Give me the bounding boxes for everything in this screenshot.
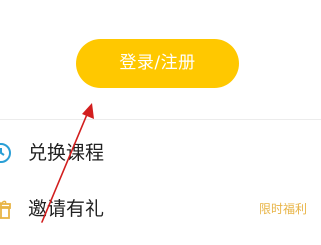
limited-benefit-badge[interactable]: 限时福利 — [259, 186, 307, 232]
account-page: 登录/注册 兑换课程 邀请有礼 限时福利 — [0, 0, 321, 245]
gift-icon — [0, 198, 12, 220]
menu-item-invite-gift[interactable]: 邀请有礼 限时福利 — [0, 186, 321, 232]
clock-icon — [0, 142, 12, 164]
menu-item-redeem-course[interactable]: 兑换课程 — [0, 130, 321, 176]
menu-item-label: 邀请有礼 — [28, 198, 105, 220]
divider — [0, 119, 321, 120]
login-register-button[interactable]: 登录/注册 — [76, 39, 239, 88]
menu-item-label: 兑换课程 — [28, 142, 105, 164]
